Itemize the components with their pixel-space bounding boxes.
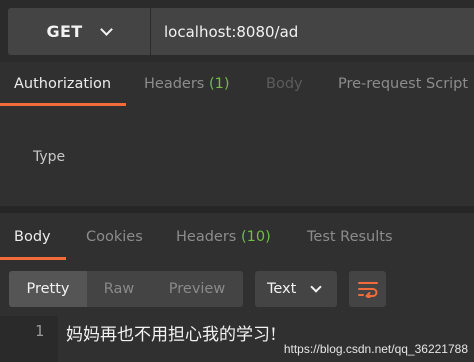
response-toolbar: Pretty Raw Preview Text bbox=[0, 260, 474, 316]
tab-label: Body bbox=[14, 229, 51, 245]
tab-label: Body bbox=[266, 76, 303, 92]
wrap-lines-icon bbox=[357, 282, 378, 298]
method-label: GET bbox=[46, 22, 83, 41]
line-number: 1 bbox=[34, 322, 44, 340]
view-preview-button[interactable]: Preview bbox=[151, 271, 243, 307]
tab-response-headers[interactable]: Headers (10) bbox=[176, 229, 271, 245]
view-pretty-button[interactable]: Pretty bbox=[9, 271, 87, 307]
view-raw-button[interactable]: Raw bbox=[87, 271, 151, 307]
tab-label: Headers bbox=[176, 229, 237, 245]
url-input[interactable] bbox=[151, 8, 474, 55]
tab-test-results[interactable]: Test Results bbox=[307, 229, 393, 245]
code-line: 妈妈再也不用担心我的学习! bbox=[66, 325, 277, 345]
wrap-lines-button[interactable] bbox=[349, 271, 386, 307]
tab-label: Test Results bbox=[307, 229, 393, 245]
tab-label: Headers bbox=[144, 76, 205, 92]
response-tabs: Body Cookies Headers (10) Test Results bbox=[0, 213, 474, 260]
method-select[interactable]: GET bbox=[8, 8, 150, 55]
tab-headers[interactable]: Headers (1) bbox=[144, 76, 230, 92]
tab-label: Authorization bbox=[14, 76, 112, 92]
request-bar: GET bbox=[0, 0, 474, 62]
tab-pre-request-script[interactable]: Pre-request Script bbox=[338, 76, 468, 92]
tab-body[interactable]: Body bbox=[266, 76, 303, 92]
request-tabs: Authorization Headers (1) Body Pre-reque… bbox=[0, 62, 474, 106]
tab-label: Pre-request Script bbox=[338, 76, 469, 92]
line-number-gutter: 1 bbox=[0, 316, 58, 362]
tab-authorization[interactable]: Authorization bbox=[14, 76, 111, 92]
format-label: Text bbox=[267, 281, 297, 297]
tab-label: Cookies bbox=[86, 229, 143, 245]
chevron-down-icon bbox=[310, 280, 322, 293]
chevron-down-icon bbox=[100, 22, 114, 36]
tab-count: (1) bbox=[208, 76, 230, 92]
tab-count: (10) bbox=[240, 229, 271, 245]
watermark: https://blog.csdn.net/qq_36221788 bbox=[283, 342, 468, 356]
response-body-editor[interactable]: 1 妈妈再也不用担心我的学习! https://blog.csdn.net/qq… bbox=[0, 316, 474, 362]
format-select[interactable]: Text bbox=[255, 271, 337, 307]
tab-response-body[interactable]: Body bbox=[14, 229, 51, 245]
view-mode-group: Pretty Raw Preview bbox=[9, 271, 243, 307]
authorization-panel: Type bbox=[0, 106, 474, 206]
tab-cookies[interactable]: Cookies bbox=[86, 229, 143, 245]
type-label: Type bbox=[33, 149, 66, 165]
section-divider bbox=[0, 206, 474, 213]
